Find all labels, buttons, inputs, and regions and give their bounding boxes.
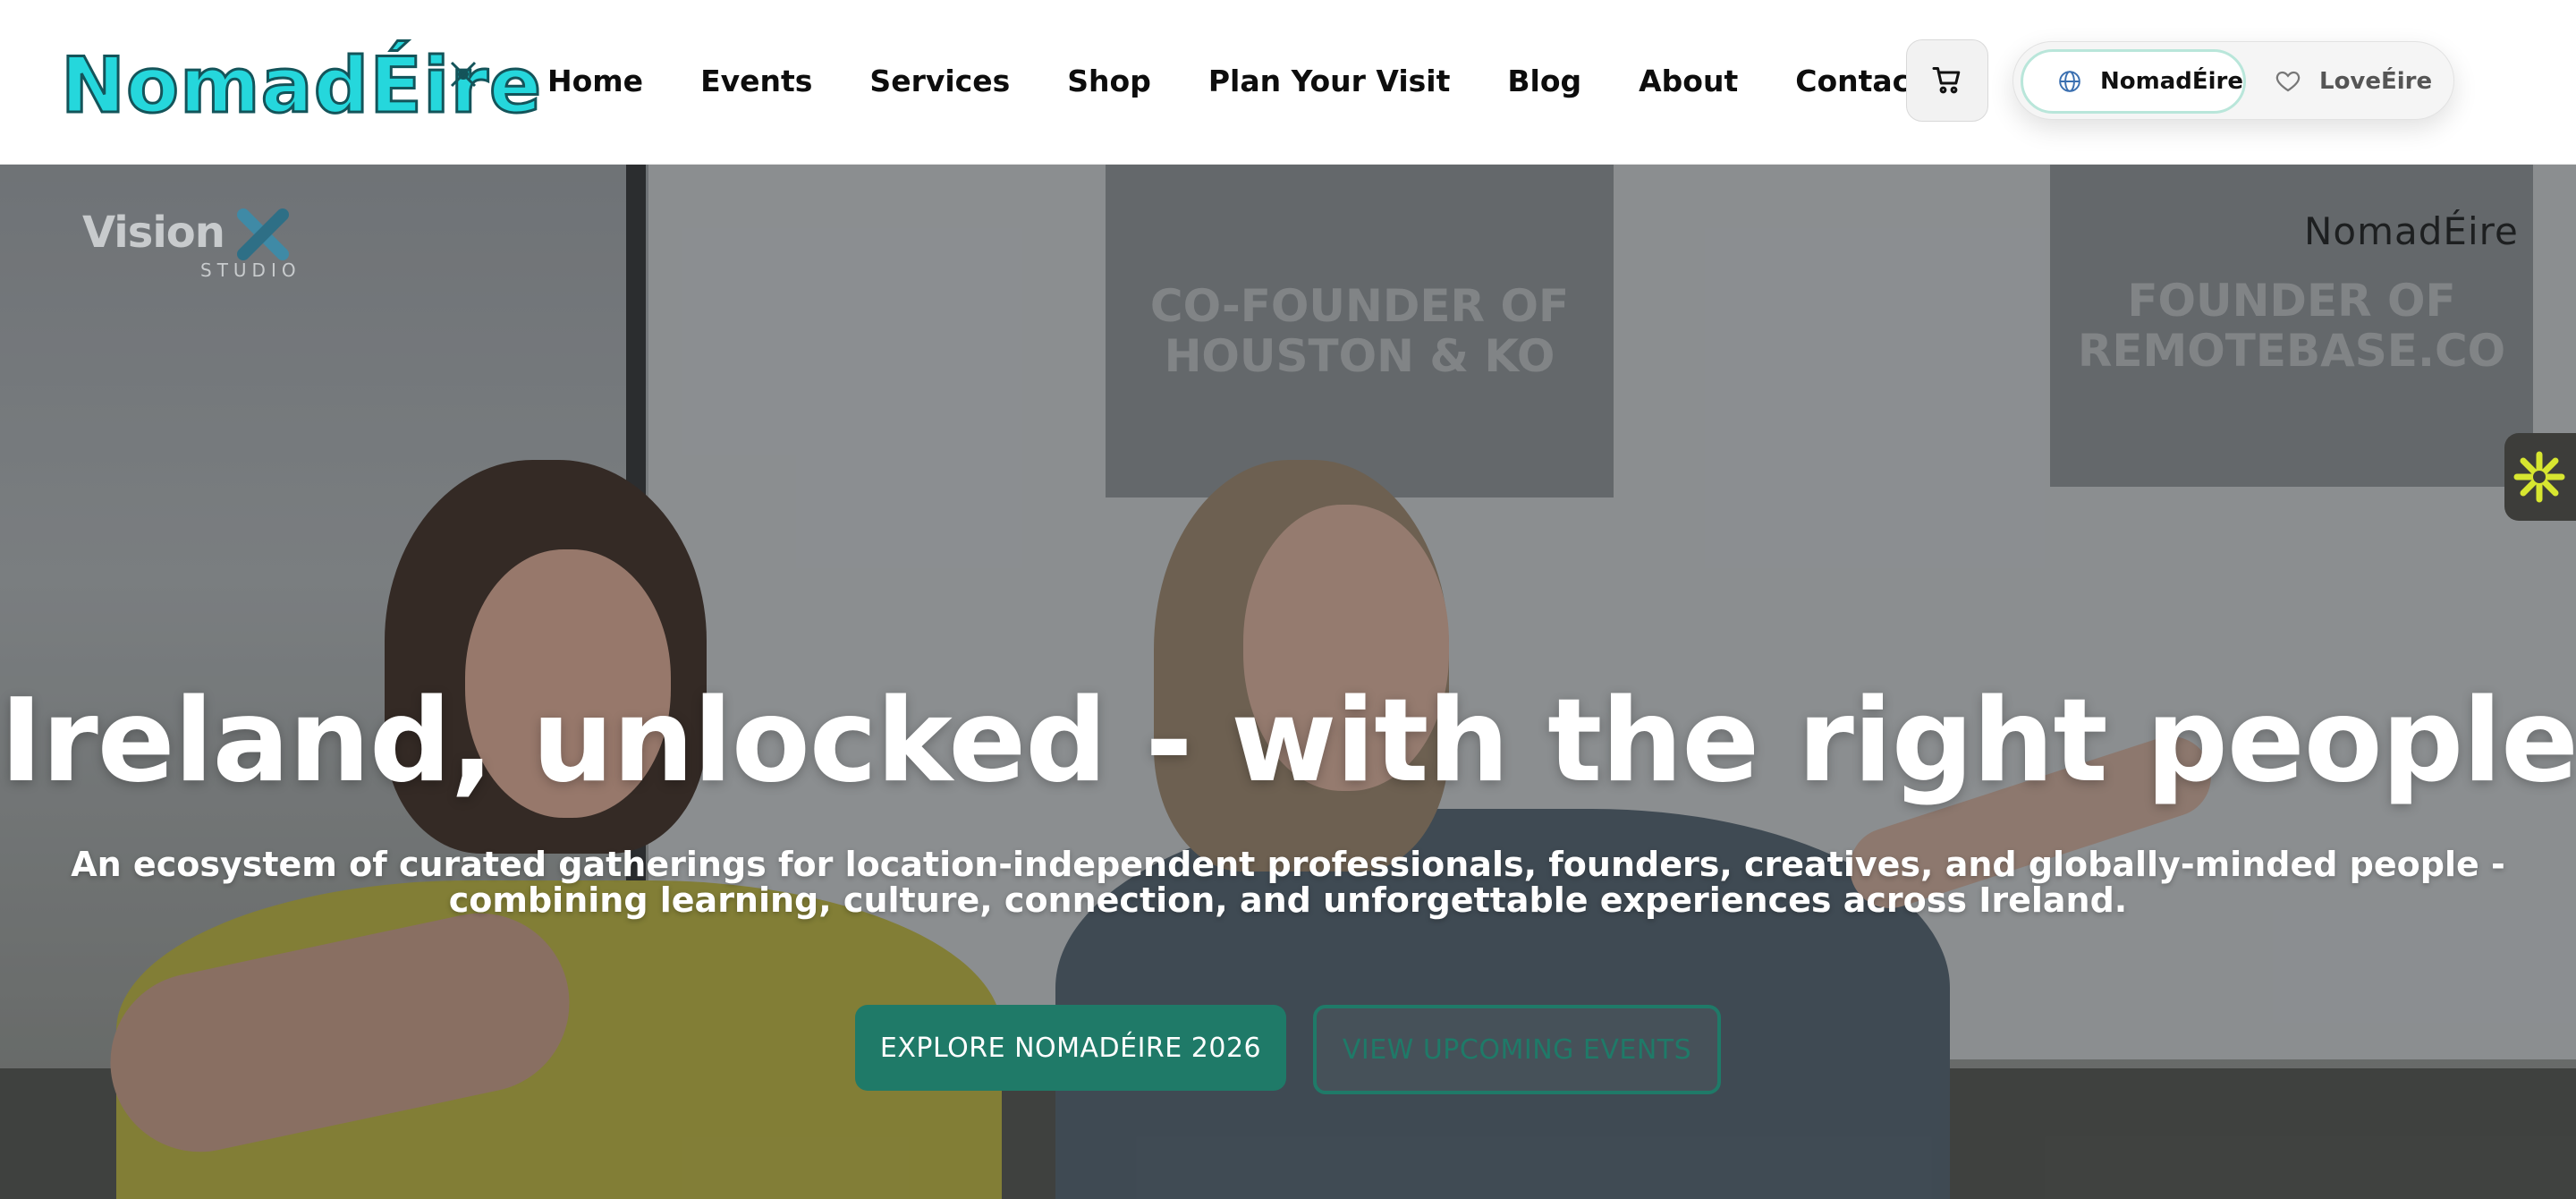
site-header: NomadÉire Home Events Services Shop Plan… [0,0,2576,165]
site-option-label: NomadÉire [2100,68,2243,95]
site-switcher: NomadÉire LoveÉire [2012,41,2454,120]
nav-events[interactable]: Events [700,64,812,98]
main-nav: Home Events Services Shop Plan Your Visi… [547,54,1981,107]
nav-home[interactable]: Home [547,64,643,98]
cart-button[interactable] [1906,39,1988,122]
vision-studio-watermark: Vision STUDIO [82,208,306,288]
nav-blog[interactable]: Blog [1507,64,1581,98]
hero-brand-watermark: NomadÉire [2304,209,2519,253]
nav-plan-your-visit[interactable]: Plan Your Visit [1208,64,1451,98]
globe-icon [2057,68,2082,95]
site-option-nomadeire[interactable]: NomadÉire [2021,49,2246,114]
hero-title: Ireland, unlocked - with the right peopl… [0,675,2576,808]
nav-services[interactable]: Services [869,64,1010,98]
explore-nomadeire-button[interactable]: EXPLORE NOMADÉIRE 2026 [855,1005,1286,1091]
watermark-text: Vision [82,208,225,258]
site-option-loveeire[interactable]: LoveÉire [2266,49,2445,114]
nav-shop[interactable]: Shop [1067,64,1151,98]
hero-section: CO-FOUNDER OF HOUSTON & KO FOUNDER OF RE… [0,165,2576,1199]
nav-contact[interactable]: Contact [1795,64,1924,98]
site-logo[interactable]: NomadÉire [59,39,542,132]
hero-subtitle: An ecosystem of curated gatherings for l… [71,845,2505,920]
logo-drone-icon [450,61,477,88]
heart-icon [2275,68,2301,95]
view-upcoming-events-button[interactable]: VIEW UPCOMING EVENTS [1313,1005,1721,1094]
accessibility-widget-button[interactable] [2504,433,2576,521]
nav-about[interactable]: About [1639,64,1738,98]
vision-x-icon [237,208,289,260]
site-option-label: LoveÉire [2319,68,2433,95]
asterisk-icon [2513,451,2565,503]
watermark-subtext: STUDIO [200,259,301,281]
cart-icon [1932,67,1961,94]
